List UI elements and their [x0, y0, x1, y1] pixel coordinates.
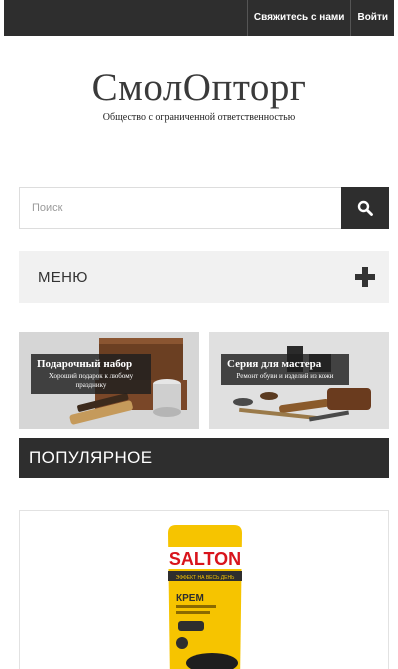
- search-input[interactable]: [19, 187, 341, 229]
- banner-gift-set[interactable]: Подарочный набор Хороший подарок к любом…: [19, 332, 199, 429]
- popular-section-header: ПОПУЛЯРНОЕ: [19, 438, 389, 478]
- banner-master-series[interactable]: Серия для мастера Ремонт обуви и изделий…: [209, 332, 389, 429]
- top-bar: Свяжитесь с нами Войти: [4, 0, 394, 36]
- contact-link[interactable]: Свяжитесь с нами: [246, 0, 351, 36]
- logo-name: СмолОпторг: [91, 66, 307, 109]
- site-logo[interactable]: СмолОпторг Общество с ограниченной ответ…: [0, 66, 398, 123]
- top-links: Свяжитесь с нами Войти: [246, 0, 394, 36]
- login-link[interactable]: Войти: [350, 0, 394, 36]
- product-image-salton-cream: SALTON ЭФФЕКТ НА ВЕСЬ ДЕНЬ КРЕМ: [168, 525, 242, 669]
- banner-gift-set-subtitle: Хороший подарок к любому празднику: [48, 372, 134, 389]
- banner-master-series-title: Серия для мастера: [227, 358, 322, 370]
- search-bar: [19, 187, 389, 229]
- banner-gift-set-caption: Подарочный набор Хороший подарок к любом…: [31, 354, 151, 394]
- product-card[interactable]: SALTON ЭФФЕКТ НА ВЕСЬ ДЕНЬ КРЕМ: [19, 510, 389, 669]
- banner-gift-set-title: Подарочный набор: [37, 358, 133, 370]
- menu-toggle[interactable]: МЕНЮ: [19, 251, 389, 303]
- banner-master-series-subtitle: Ремонт обуви и изделий из кожи: [236, 372, 334, 380]
- menu-label: МЕНЮ: [38, 268, 88, 286]
- search-button[interactable]: [341, 187, 389, 229]
- search-icon: [357, 200, 373, 216]
- logo-tagline: Общество с ограниченной ответственностью: [102, 112, 296, 123]
- product-type: КРЕМ: [176, 593, 204, 604]
- banner-master-series-caption: Серия для мастера Ремонт обуви и изделий…: [221, 354, 349, 385]
- plus-icon: [355, 267, 375, 287]
- product-strip-text: ЭФФЕКТ НА ВЕСЬ ДЕНЬ: [176, 575, 236, 581]
- product-brand: SALTON: [169, 549, 241, 569]
